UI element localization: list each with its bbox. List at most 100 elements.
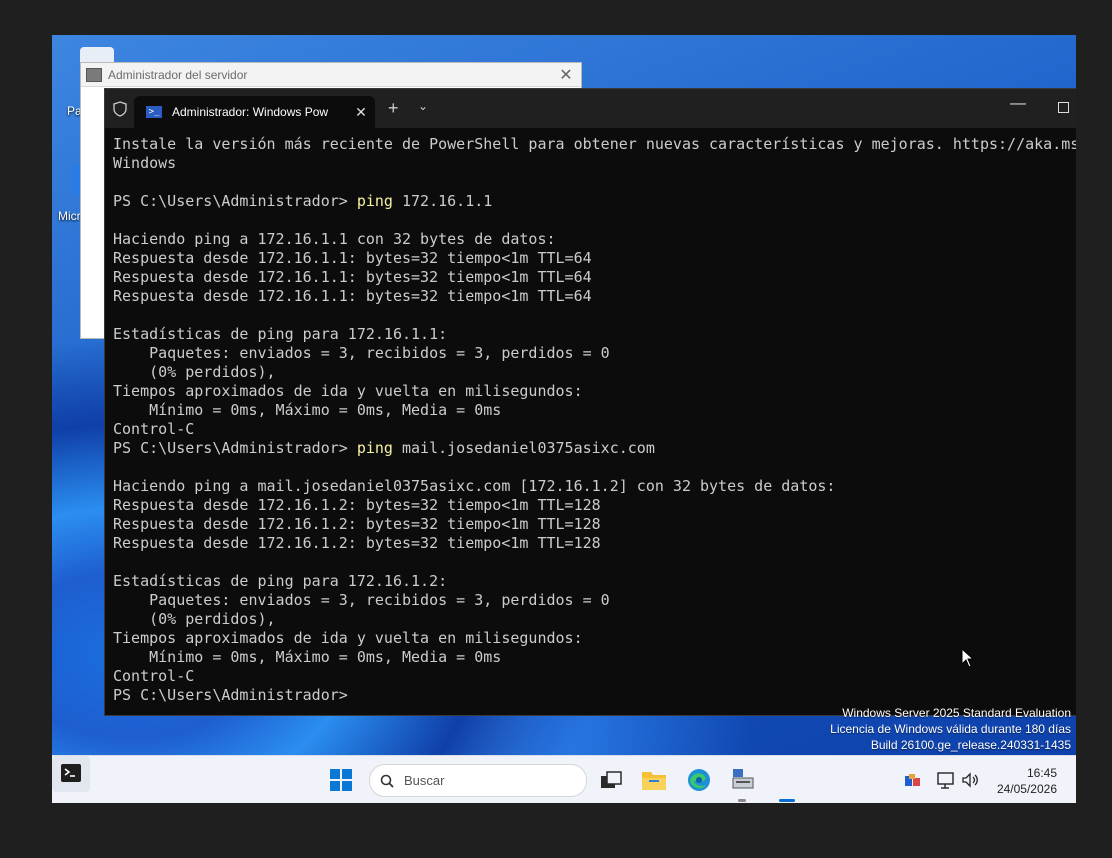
terminal-line: Respuesta desde 172.16.1.2: bytes=32 tie…	[113, 496, 1076, 515]
terminal-text: Estadísticas de ping para 172.16.1.2:	[113, 572, 448, 590]
windows-watermark: Windows Server 2025 Standard Evaluation …	[830, 705, 1071, 753]
search-icon	[380, 774, 394, 788]
clock-date: 24/05/2026	[996, 782, 1057, 796]
terminal-line: Respuesta desde 172.16.1.1: bytes=32 tie…	[113, 287, 1076, 306]
terminal-text: 172.16.1.1	[392, 192, 493, 210]
terminal-line: Windows	[113, 154, 1076, 173]
search-input[interactable]: Buscar	[369, 764, 587, 797]
terminal-text: Respuesta desde 172.16.1.2: bytes=32 tie…	[113, 534, 601, 552]
tab-close-icon[interactable]: ✕	[347, 104, 375, 121]
terminal-window[interactable]: >_ Administrador: Windows Pow ✕ + ⌄ — In…	[104, 88, 1076, 716]
terminal-line: (0% perdidos),	[113, 610, 1076, 629]
clock-time: 16:45	[1026, 766, 1057, 780]
terminal-text: Haciendo ping a mail.josedaniel0375asixc…	[113, 477, 836, 495]
terminal-tab[interactable]: >_ Administrador: Windows Pow ✕	[134, 96, 375, 128]
server-manager-icon[interactable]	[730, 768, 756, 792]
terminal-text: Haciendo ping a 172.16.1.1 con 32 bytes …	[113, 230, 556, 248]
tab-title: Administrador: Windows Pow	[172, 105, 329, 119]
terminal-text: Estadísticas de ping para 172.16.1.1:	[113, 325, 448, 343]
system-clock[interactable]: 16:45 24/05/2026	[987, 765, 1057, 797]
terminal-prompt: PS C:\Users\Administrador>	[113, 439, 357, 457]
server-manager-title: Administrador del servidor	[108, 67, 248, 82]
minimize-icon[interactable]: —	[1010, 95, 1026, 113]
terminal-text: Instale la versión más reciente de Power…	[113, 135, 1076, 153]
terminal-text: mail.josedaniel0375asixc.com	[392, 439, 655, 457]
terminal-line: Tiempos aproximados de ida y vuelta en m…	[113, 629, 1076, 648]
terminal-text: Respuesta desde 172.16.1.2: bytes=32 tie…	[113, 496, 601, 514]
terminal-text: Windows	[113, 154, 177, 172]
folder-icon[interactable]	[641, 768, 667, 792]
terminal-line: Respuesta desde 172.16.1.2: bytes=32 tie…	[113, 534, 1076, 553]
terminal-output[interactable]: Instale la versión más reciente de Power…	[113, 135, 1076, 715]
terminal-icon[interactable]	[52, 756, 90, 792]
server-manager-running-indicator	[738, 799, 746, 802]
watermark-edition: Windows Server 2025 Standard Evaluation	[842, 706, 1071, 720]
watermark-license: Licencia de Windows válida durante 180 d…	[830, 722, 1071, 736]
terminal-text: Tiempos aproximados de ida y vuelta en m…	[113, 629, 583, 647]
chevron-down-icon[interactable]: ⌄	[418, 99, 428, 113]
search-placeholder: Buscar	[404, 773, 445, 788]
terminal-line: Estadísticas de ping para 172.16.1.1:	[113, 325, 1076, 344]
server-manager-titlebar[interactable]: Administrador del servidor ✕	[81, 63, 581, 87]
terminal-text: (0% perdidos),	[113, 363, 276, 381]
server-manager-icon	[86, 67, 102, 82]
terminal-command: ping	[356, 439, 393, 457]
terminal-line: Control-C	[113, 420, 1076, 439]
terminal-line: Estadísticas de ping para 172.16.1.2:	[113, 572, 1076, 591]
terminal-text: Mínimo = 0ms, Máximo = 0ms, Media = 0ms	[113, 401, 502, 419]
task-view-icon[interactable]	[598, 768, 624, 792]
terminal-line: Haciendo ping a 172.16.1.1 con 32 bytes …	[113, 230, 1076, 249]
terminal-line: PS C:\Users\Administrador> ping mail.jos…	[113, 439, 1076, 458]
windows-start-icon[interactable]	[330, 769, 352, 791]
terminal-line: Control-C	[113, 667, 1076, 686]
mouse-cursor-icon	[961, 648, 975, 668]
terminal-tabbar[interactable]: >_ Administrador: Windows Pow ✕ + ⌄ —	[105, 89, 1076, 128]
vm-screen: Pa r Micr Administrador del servidor ✕ >…	[52, 35, 1076, 803]
terminal-line: Paquetes: enviados = 3, recibidos = 3, p…	[113, 591, 1076, 610]
terminal-line: Paquetes: enviados = 3, recibidos = 3, p…	[113, 344, 1076, 363]
terminal-text: Paquetes: enviados = 3, recibidos = 3, p…	[113, 591, 610, 609]
terminal-line: Tiempos aproximados de ida y vuelta en m…	[113, 382, 1076, 401]
terminal-text: Control-C	[113, 667, 195, 685]
terminal-active-indicator	[779, 799, 795, 802]
terminal-prompt: PS C:\Users\Administrador>	[113, 686, 357, 704]
terminal-line: Haciendo ping a mail.josedaniel0375asixc…	[113, 477, 1076, 496]
network-icon[interactable]	[903, 768, 923, 792]
terminal-text: Respuesta desde 172.16.1.1: bytes=32 tie…	[113, 249, 592, 267]
watermark-build: Build 26100.ge_release.240331-1435	[870, 738, 1071, 752]
terminal-line: Instale la versión más reciente de Power…	[113, 135, 1076, 154]
display-icon[interactable]	[936, 768, 956, 792]
terminal-text: Tiempos aproximados de ida y vuelta en m…	[113, 382, 583, 400]
terminal-line: Respuesta desde 172.16.1.1: bytes=32 tie…	[113, 249, 1076, 268]
terminal-prompt: PS C:\Users\Administrador>	[113, 192, 357, 210]
terminal-line: Respuesta desde 172.16.1.2: bytes=32 tie…	[113, 515, 1076, 534]
powershell-icon: >_	[146, 106, 162, 118]
terminal-command: ping	[356, 192, 393, 210]
terminal-line: (0% perdidos),	[113, 363, 1076, 382]
terminal-text: (0% perdidos),	[113, 610, 276, 628]
terminal-text: Respuesta desde 172.16.1.1: bytes=32 tie…	[113, 268, 592, 286]
new-tab-icon[interactable]: +	[388, 98, 399, 119]
terminal-line: Mínimo = 0ms, Máximo = 0ms, Media = 0ms	[113, 401, 1076, 420]
shield-icon[interactable]	[112, 101, 128, 117]
edge-browser-icon[interactable]	[686, 768, 712, 792]
terminal-line: Respuesta desde 172.16.1.1: bytes=32 tie…	[113, 268, 1076, 287]
desktop-icon-label: Micr	[58, 209, 81, 223]
terminal-text: Respuesta desde 172.16.1.1: bytes=32 tie…	[113, 287, 592, 305]
taskbar: Buscar 16:45 24/05/2026	[52, 755, 1076, 803]
terminal-text: Respuesta desde 172.16.1.2: bytes=32 tie…	[113, 515, 601, 533]
maximize-icon[interactable]	[1058, 102, 1069, 113]
terminal-line: PS C:\Users\Administrador> ping 172.16.1…	[113, 192, 1076, 211]
terminal-text: Control-C	[113, 420, 195, 438]
server-manager-close-button[interactable]: ✕	[551, 65, 581, 85]
terminal-text: Mínimo = 0ms, Máximo = 0ms, Media = 0ms	[113, 648, 502, 666]
terminal-line: PS C:\Users\Administrador>	[113, 686, 1076, 705]
terminal-text: Paquetes: enviados = 3, recibidos = 3, p…	[113, 344, 610, 362]
terminal-line: Mínimo = 0ms, Máximo = 0ms, Media = 0ms	[113, 648, 1076, 667]
volume-icon[interactable]	[961, 768, 981, 792]
